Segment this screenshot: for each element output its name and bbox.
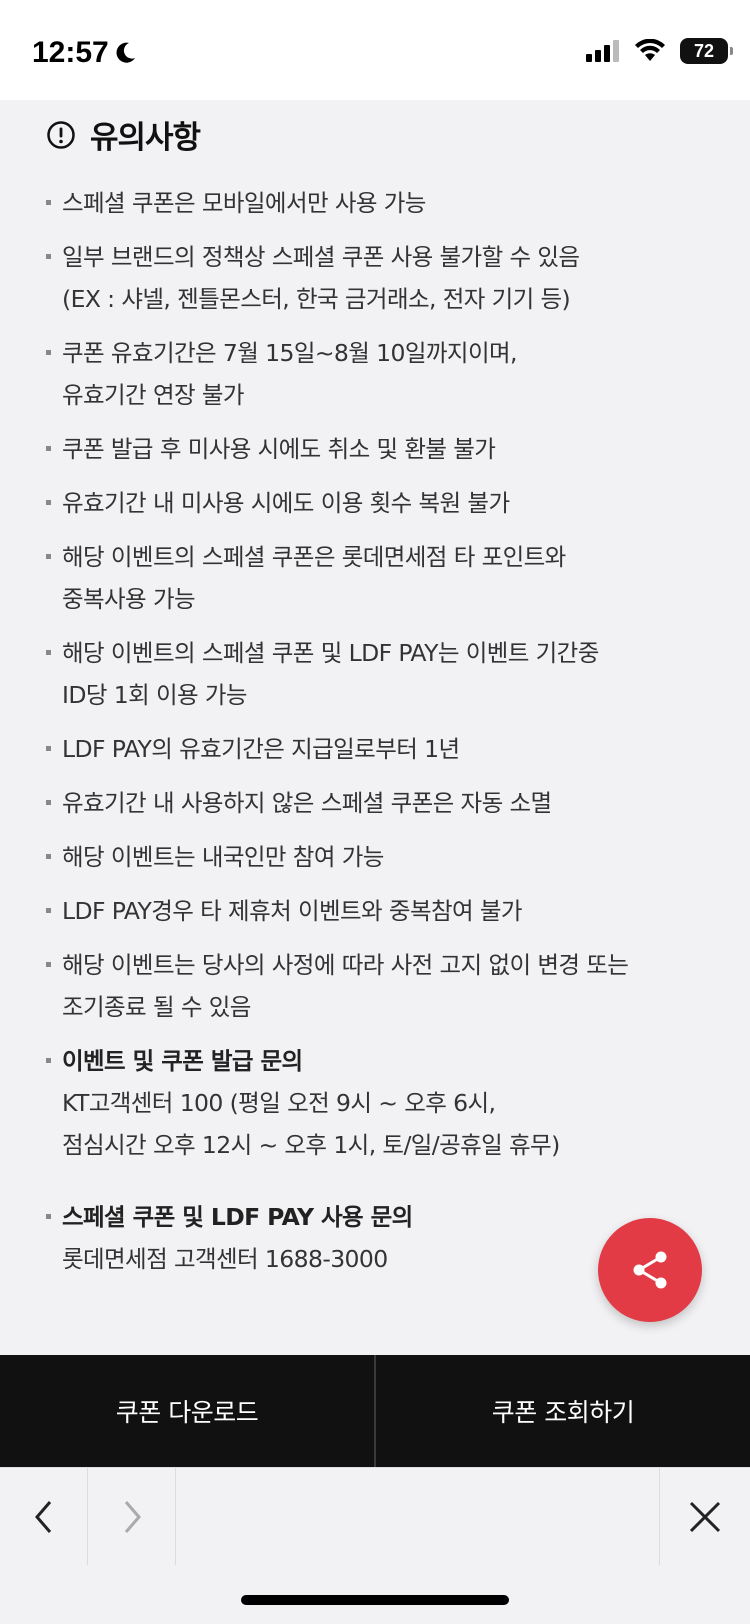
contact-item: 이벤트 및 쿠폰 발급 문의 KT고객센터 100 (평일 오전 9시 ~ 오후…: [46, 1040, 736, 1166]
notice-list: 스페셜 쿠폰은 모바일에서만 사용 가능 일부 브랜드의 정책상 스페셜 쿠폰 …: [46, 182, 736, 1292]
item-text: 쿠폰 유효기간은 7월 15일~8월 10일까지이며,: [62, 339, 517, 367]
list-item: 유효기간 내 사용하지 않은 스페셜 쿠폰은 자동 소멸: [46, 782, 736, 824]
item-text: 유효기간 연장 불가: [62, 381, 245, 409]
item-text: 유효기간 내 사용하지 않은 스페셜 쿠폰은 자동 소멸: [62, 789, 552, 817]
moon-icon: [116, 42, 135, 63]
item-text: 해당 이벤트의 스페셜 쿠폰 및 LDF PAY는 이벤트 기간중: [62, 639, 599, 667]
forward-button[interactable]: [88, 1468, 176, 1566]
status-time: 12:57: [32, 36, 109, 69]
item-text: 일부 브랜드의 정책상 스페셜 쿠폰 사용 불가할 수 있음: [62, 243, 580, 271]
contact-text: 점심시간 오후 12시 ~ 오후 1시, 토/일/공휴일 휴무): [62, 1131, 560, 1159]
item-text: 유효기간 내 미사용 시에도 이용 횟수 복원 불가: [62, 489, 510, 517]
item-text: (EX : 샤넬, 젠틀몬스터, 한국 금거래소, 전자 기기 등): [62, 285, 571, 313]
cellular-signal-icon: [586, 40, 619, 62]
bottom-action-bar: 쿠폰 다운로드 쿠폰 조회하기: [0, 1355, 750, 1467]
item-text: ID당 1회 이용 가능: [62, 681, 248, 709]
list-item: 일부 브랜드의 정책상 스페셜 쿠폰 사용 불가할 수 있음 (EX : 샤넬,…: [46, 236, 736, 320]
item-text: LDF PAY경우 타 제휴처 이벤트와 중복참여 불가: [62, 897, 523, 925]
list-item: 해당 이벤트의 스페셜 쿠폰은 롯데면세점 타 포인트와 중복사용 가능: [46, 536, 736, 620]
list-item: 해당 이벤트의 스페셜 쿠폰 및 LDF PAY는 이벤트 기간중 ID당 1회…: [46, 632, 736, 716]
notice-title: 유의사항: [90, 120, 201, 156]
close-icon: [689, 1501, 721, 1533]
item-text: 중복사용 가능: [62, 585, 196, 613]
list-item: 스페셜 쿠폰은 모바일에서만 사용 가능: [46, 182, 736, 224]
share-icon: [633, 1251, 667, 1289]
item-text: 해당 이벤트는 당사의 사정에 따라 사전 고지 없이 변경 또는: [62, 951, 629, 979]
exclamation-circle-icon: [47, 120, 75, 149]
home-indicator[interactable]: [241, 1595, 509, 1605]
contact-text: KT고객센터 100 (평일 오전 9시 ~ 오후 6시,: [62, 1089, 496, 1117]
home-indicator-area: [0, 1565, 750, 1624]
item-text: 해당 이벤트는 내국인만 참여 가능: [62, 843, 384, 871]
list-item: LDF PAY경우 타 제휴처 이벤트와 중복참여 불가: [46, 890, 736, 932]
share-button[interactable]: [598, 1218, 702, 1322]
list-item: LDF PAY의 유효기간은 지급일로부터 1년: [46, 728, 736, 770]
list-item: 쿠폰 발급 후 미사용 시에도 취소 및 환불 불가: [46, 428, 736, 470]
item-text: 해당 이벤트의 스페셜 쿠폰은 롯데면세점 타 포인트와: [62, 543, 566, 571]
battery-level: 72: [693, 40, 715, 61]
item-text: 쿠폰 발급 후 미사용 시에도 취소 및 환불 불가: [62, 435, 496, 463]
status-indicators: 72: [586, 38, 733, 64]
status-bar: 12:57 72: [0, 0, 750, 100]
list-item: 해당 이벤트는 내국인만 참여 가능: [46, 836, 736, 878]
nav-spacer: [176, 1468, 660, 1565]
coupon-download-button[interactable]: 쿠폰 다운로드: [0, 1355, 374, 1467]
list-item: 쿠폰 유효기간은 7월 15일~8월 10일까지이며, 유효기간 연장 불가: [46, 332, 736, 416]
notice-section: 유의사항 스페셜 쿠폰은 모바일에서만 사용 가능 일부 브랜드의 정책상 스페…: [0, 100, 750, 1355]
notice-header: 유의사항: [46, 112, 201, 157]
status-time-group: 12:57: [32, 36, 137, 70]
coupon-lookup-button[interactable]: 쿠폰 조회하기: [376, 1355, 750, 1467]
chevron-left-icon: [34, 1501, 51, 1533]
contact-title: 이벤트 및 쿠폰 발급 문의: [62, 1047, 303, 1075]
back-button[interactable]: [0, 1468, 88, 1566]
wifi-icon: [635, 39, 665, 61]
item-text: 스페셜 쿠폰은 모바일에서만 사용 가능: [62, 189, 426, 217]
coupon-download-label: 쿠폰 다운로드: [115, 1398, 259, 1427]
close-button[interactable]: [660, 1468, 750, 1566]
battery-icon: 72: [680, 38, 733, 64]
browser-nav-bar: [0, 1467, 750, 1566]
list-item: 해당 이벤트는 당사의 사정에 따라 사전 고지 없이 변경 또는 조기종료 될…: [46, 944, 736, 1028]
chevron-right-icon: [124, 1501, 141, 1533]
item-text: LDF PAY의 유효기간은 지급일로부터 1년: [62, 735, 460, 763]
coupon-lookup-label: 쿠폰 조회하기: [491, 1398, 635, 1427]
list-item: 유효기간 내 미사용 시에도 이용 횟수 복원 불가: [46, 482, 736, 524]
item-text: 조기종료 될 수 있음: [62, 993, 251, 1021]
